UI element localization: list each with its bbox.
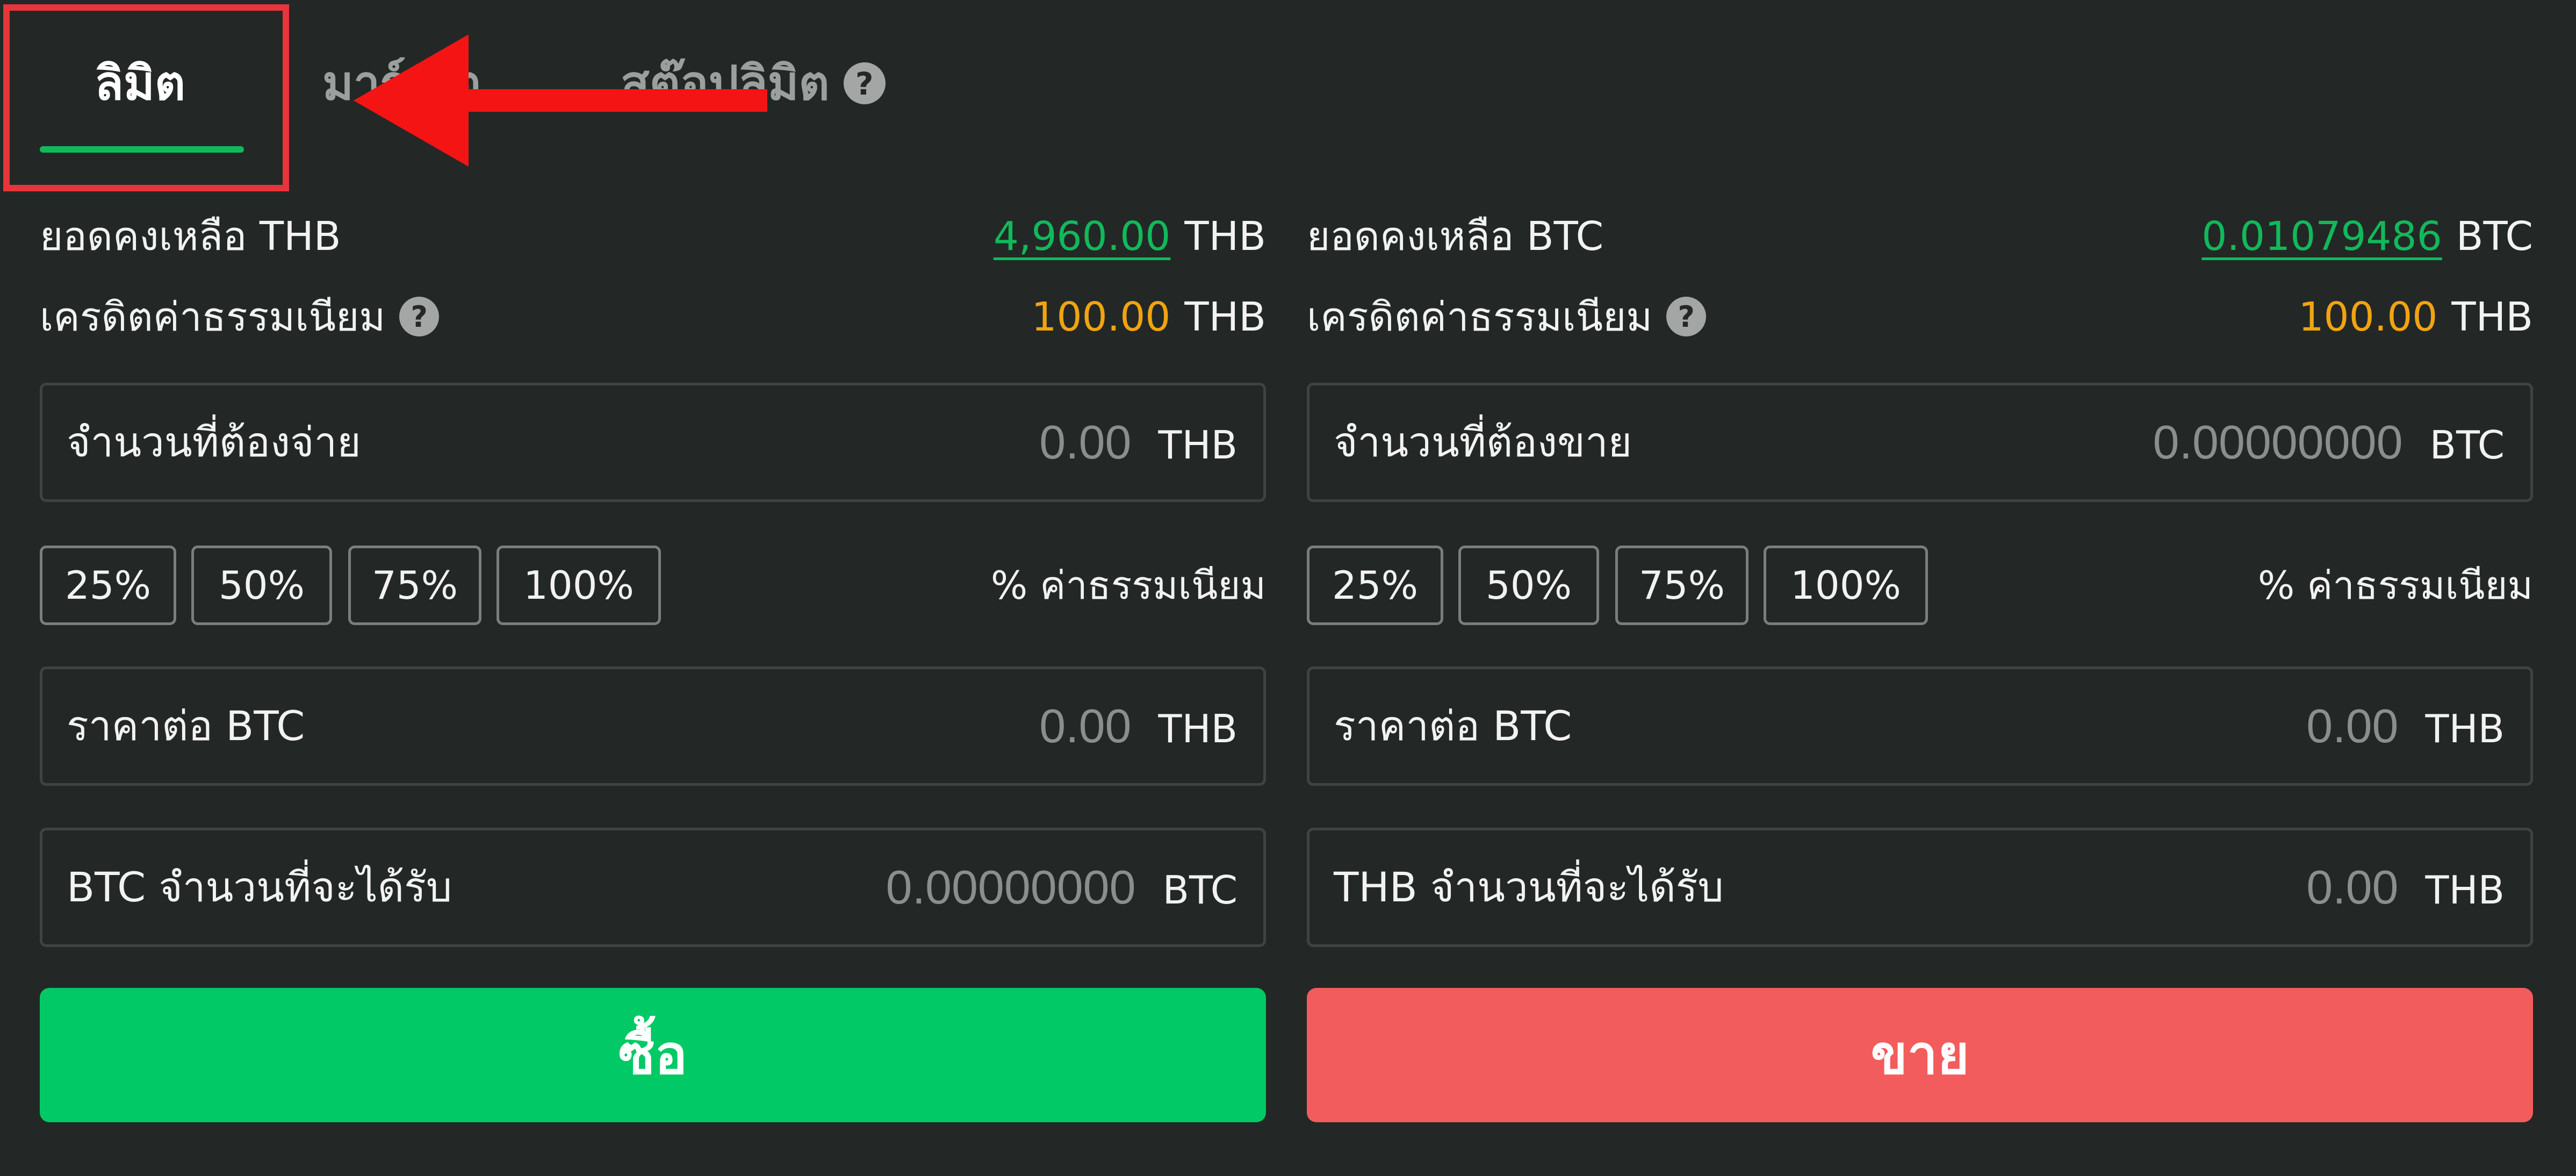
sell-receive-field[interactable]: THB จำนวนที่จะได้รับ 0.00 THB: [1307, 828, 2533, 947]
sell-price-label: ราคาต่อ BTC: [1334, 702, 1572, 750]
sell-fee-credit-row: เครดิตค่าธรรมเนียม? 100.00 THB: [1307, 288, 2533, 347]
buy-amount-unit: THB: [1158, 422, 1237, 468]
sell-price-field[interactable]: ราคาต่อ BTC 0.00 THB: [1307, 666, 2533, 786]
buy-fee-credit-unit: THB: [1184, 294, 1266, 340]
sell-amount-unit: BTC: [2429, 422, 2505, 468]
sell-fee-credit-value: 100.00: [2298, 294, 2438, 340]
sell-fee-percent-link[interactable]: % ค่าธรรมเนียม: [2258, 546, 2533, 625]
sell-50-percent-button[interactable]: 50%: [1458, 546, 1599, 625]
trading-order-panel: ลิมิต มาร์เก็ต สต๊อปลิมิต? ยอดคงเหลือ TH…: [0, 0, 2576, 1176]
help-icon[interactable]: ?: [399, 297, 440, 337]
buy-balance-value[interactable]: 4,960.00: [994, 213, 1171, 260]
left-arrow-icon: [354, 34, 767, 167]
buy-price-field[interactable]: ราคาต่อ BTC 0.00 THB: [40, 666, 1266, 786]
buy-balance-row: ยอดคงเหลือ THB 4,960.00 THB: [40, 207, 1266, 266]
buy-receive-input[interactable]: 0.00000000: [886, 861, 1136, 914]
buy-75-percent-button[interactable]: 75%: [348, 546, 481, 625]
buy-amount-field[interactable]: จำนวนที่ต้องจ่าย 0.00 THB: [40, 383, 1266, 502]
buy-price-value-group: 0.00 THB: [1039, 669, 1263, 797]
sell-price-input[interactable]: 0.00: [2306, 699, 2398, 752]
buy-50-percent-button[interactable]: 50%: [191, 546, 332, 625]
buy-balance-value-group: 4,960.00 THB: [994, 207, 1266, 266]
sell-button[interactable]: ขาย: [1307, 988, 2533, 1122]
sell-balance-row: ยอดคงเหลือ BTC 0.01079486 BTC: [1307, 207, 2533, 266]
sell-75-percent-button[interactable]: 75%: [1615, 546, 1748, 625]
sell-receive-unit: THB: [2425, 867, 2505, 913]
buy-balance-label: ยอดคงเหลือ THB: [40, 213, 341, 260]
sell-price-value-group: 0.00 THB: [2306, 669, 2530, 797]
sell-receive-input[interactable]: 0.00: [2306, 861, 2398, 914]
buy-receive-field[interactable]: BTC จำนวนที่จะได้รับ 0.00000000 BTC: [40, 828, 1266, 947]
sell-balance-unit: BTC: [2456, 213, 2533, 260]
sell-fee-credit-value-group: 100.00 THB: [2298, 288, 2533, 347]
annotation-highlight-box: [3, 4, 289, 191]
buy-amount-input[interactable]: 0.00: [1039, 415, 1131, 469]
buy-balance-unit: THB: [1184, 213, 1266, 260]
buy-price-label: ราคาต่อ BTC: [67, 702, 305, 750]
buy-fee-credit-label: เครดิตค่าธรรมเนียม: [40, 294, 386, 340]
sell-receive-label: THB จำนวนที่จะได้รับ: [1334, 863, 1724, 911]
buy-receive-unit: BTC: [1162, 867, 1237, 913]
sell-percent-row: 25% 50% 75% 100% % ค่าธรรมเนียม: [1307, 546, 2533, 625]
sell-amount-input[interactable]: 0.00000000: [2153, 415, 2403, 469]
buy-amount-label: จำนวนที่ต้องจ่าย: [67, 418, 361, 466]
sell-fee-credit-unit: THB: [2451, 294, 2533, 340]
sell-amount-field[interactable]: จำนวนที่ต้องขาย 0.00000000 BTC: [1307, 383, 2533, 502]
sell-100-percent-button[interactable]: 100%: [1764, 546, 1928, 625]
buy-fee-credit-row: เครดิตค่าธรรมเนียม? 100.00 THB: [40, 288, 1266, 347]
buy-25-percent-button[interactable]: 25%: [40, 546, 176, 625]
sell-fee-credit-label-group: เครดิตค่าธรรมเนียม?: [1307, 288, 1707, 347]
sell-amount-value-group: 0.00000000 BTC: [2153, 385, 2530, 513]
buy-fee-credit-value: 100.00: [1031, 294, 1171, 340]
sell-balance-value[interactable]: 0.01079486: [2201, 213, 2442, 260]
sell-amount-label: จำนวนที่ต้องขาย: [1334, 418, 1632, 466]
sell-receive-value-group: 0.00 THB: [2306, 830, 2530, 958]
buy-button[interactable]: ซื้อ: [40, 988, 1266, 1122]
buy-receive-label: BTC จำนวนที่จะได้รับ: [67, 863, 452, 911]
sell-balance-value-group: 0.01079486 BTC: [2201, 207, 2533, 266]
buy-price-unit: THB: [1158, 706, 1237, 751]
buy-fee-credit-label-group: เครดิตค่าธรรมเนียม?: [40, 288, 440, 347]
sell-price-unit: THB: [2425, 706, 2505, 751]
buy-percent-row: 25% 50% 75% 100% % ค่าธรรมเนียม: [40, 546, 1266, 625]
sell-25-percent-button[interactable]: 25%: [1307, 546, 1443, 625]
buy-fee-percent-link[interactable]: % ค่าธรรมเนียม: [991, 546, 1266, 625]
sell-balance-label: ยอดคงเหลือ BTC: [1307, 213, 1604, 260]
sell-panel: ยอดคงเหลือ BTC 0.01079486 BTC เครดิตค่าธร…: [1307, 0, 2533, 1176]
buy-receive-value-group: 0.00000000 BTC: [886, 830, 1263, 958]
buy-100-percent-button[interactable]: 100%: [497, 546, 661, 625]
help-icon[interactable]: ?: [1666, 297, 1707, 337]
buy-amount-value-group: 0.00 THB: [1039, 385, 1263, 513]
buy-fee-credit-value-group: 100.00 THB: [1031, 288, 1266, 347]
buy-price-input[interactable]: 0.00: [1039, 699, 1131, 752]
sell-fee-credit-label: เครดิตค่าธรรมเนียม: [1307, 294, 1653, 340]
